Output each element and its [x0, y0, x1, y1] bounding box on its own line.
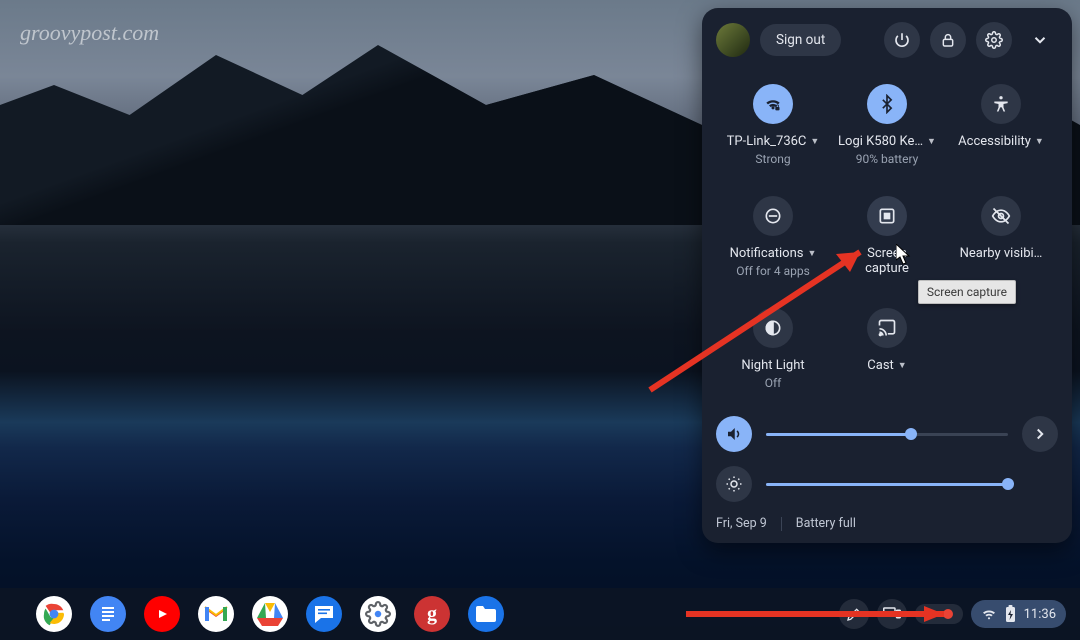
night-light-icon [753, 308, 793, 348]
volume-icon [725, 425, 743, 443]
chevron-down-icon: ▼ [927, 136, 936, 147]
tooltip-screen-capture: Screen capture [918, 280, 1016, 304]
tile-night-light[interactable]: Night Light Off [716, 308, 830, 390]
tile-notif-sub: Off for 4 apps [736, 264, 810, 278]
chevron-down-icon: ▼ [1035, 136, 1044, 147]
folder-icon [475, 605, 497, 623]
app-groovypost[interactable]: g [414, 596, 450, 632]
app-docs[interactable] [90, 596, 126, 632]
tile-accessibility[interactable]: Accessibility ▼ [944, 84, 1058, 166]
tray-notifications[interactable] [915, 604, 963, 624]
tray-phone-hub[interactable] [877, 599, 907, 629]
lock-icon [940, 32, 956, 48]
tray-clock: 11:36 [1024, 607, 1056, 622]
brightness-row [716, 466, 1058, 502]
notification-dot-icon [925, 609, 935, 619]
brightness-slider[interactable] [766, 483, 1008, 486]
volume-button[interactable] [716, 416, 752, 452]
notification-dot-icon [943, 609, 953, 619]
chevron-right-icon [1031, 425, 1049, 443]
tile-bluetooth[interactable]: Logi K580 Ke… ▼ 90% battery [830, 84, 944, 166]
volume-slider[interactable] [766, 433, 1008, 436]
dnd-icon [753, 196, 793, 236]
app-drive[interactable] [252, 596, 288, 632]
app-messages[interactable] [306, 596, 342, 632]
chevron-down-icon: ▼ [807, 248, 816, 259]
tile-nearby[interactable]: Nearby visibi… [944, 196, 1058, 278]
panel-header: Sign out [716, 22, 1058, 58]
screen-capture-icon [867, 196, 907, 236]
tile-bt-label: Logi K580 Ke… [838, 134, 923, 149]
system-tray: 11:36 [839, 599, 1066, 629]
gear-icon [365, 601, 391, 627]
tray-status-area[interactable]: 11:36 [971, 600, 1066, 628]
tile-acc-label: Accessibility [958, 134, 1031, 149]
chevron-down-icon [1031, 31, 1049, 49]
tile-screen-capture[interactable]: Screen capture [830, 196, 944, 278]
app-settings[interactable] [360, 596, 396, 632]
tile-nearby-label: Nearby visibi… [960, 246, 1043, 261]
volume-row [716, 416, 1058, 452]
chevron-down-icon: ▼ [898, 360, 907, 371]
shelf: g 11:36 [0, 588, 1080, 640]
messages-icon [313, 604, 335, 624]
chevron-down-icon: ▼ [810, 136, 819, 147]
wifi-icon [981, 607, 997, 621]
tile-cast-label: Cast [867, 358, 894, 373]
tile-wifi-label: TP-Link_736C [727, 134, 807, 149]
power-button[interactable] [884, 22, 920, 58]
drive-icon [256, 601, 284, 627]
pen-icon [846, 606, 862, 622]
footer-date: Fri, Sep 9 [716, 516, 767, 531]
lock-button[interactable] [930, 22, 966, 58]
app-chrome[interactable] [36, 596, 72, 632]
tile-sc-label2: capture [865, 261, 909, 276]
quick-settings-panel: Sign out TP-Link_736C▼ Strong Logi K [702, 8, 1072, 543]
tile-bt-sub: 90% battery [856, 152, 919, 166]
wifi-icon [753, 84, 793, 124]
gear-icon [985, 31, 1003, 49]
settings-button[interactable] [976, 22, 1012, 58]
tile-cast[interactable]: Cast ▼ [830, 308, 944, 390]
tray-stylus[interactable] [839, 599, 869, 629]
tile-wifi[interactable]: TP-Link_736C▼ Strong [716, 84, 830, 166]
tiles-grid: TP-Link_736C▼ Strong Logi K580 Ke…▼ 90% … [716, 84, 1058, 390]
sliders [716, 416, 1058, 502]
visibility-off-icon [981, 196, 1021, 236]
brightness-button[interactable] [716, 466, 752, 502]
collapse-button[interactable] [1022, 22, 1058, 58]
footer-divider [781, 517, 782, 531]
app-gmail[interactable] [198, 596, 234, 632]
footer-battery: Battery full [796, 516, 856, 531]
panel-footer: Fri, Sep 9 Battery full [716, 516, 1058, 531]
accessibility-icon [981, 84, 1021, 124]
power-icon [893, 31, 911, 49]
signout-button[interactable]: Sign out [760, 24, 841, 56]
gmail-icon [203, 604, 229, 624]
avatar[interactable] [716, 23, 750, 57]
tile-notif-label: Notifications [730, 246, 804, 261]
shelf-apps: g [36, 596, 504, 632]
app-files[interactable] [468, 596, 504, 632]
tile-nl-sub: Off [765, 376, 782, 390]
brightness-icon [725, 475, 743, 493]
audio-settings-button[interactable] [1022, 416, 1058, 452]
docs-icon [99, 603, 117, 625]
devices-icon [883, 607, 901, 621]
battery-icon [1005, 605, 1016, 623]
cast-icon [867, 308, 907, 348]
tile-sc-label1: Screen [867, 246, 907, 261]
bluetooth-icon [867, 84, 907, 124]
tile-nl-label: Night Light [741, 358, 804, 373]
youtube-icon [152, 607, 172, 621]
app-youtube[interactable] [144, 596, 180, 632]
watermark-text: groovypost.com [20, 20, 159, 46]
chrome-icon [39, 599, 69, 629]
tile-notifications[interactable]: Notifications▼ Off for 4 apps [716, 196, 830, 278]
tile-wifi-sub: Strong [755, 152, 790, 166]
